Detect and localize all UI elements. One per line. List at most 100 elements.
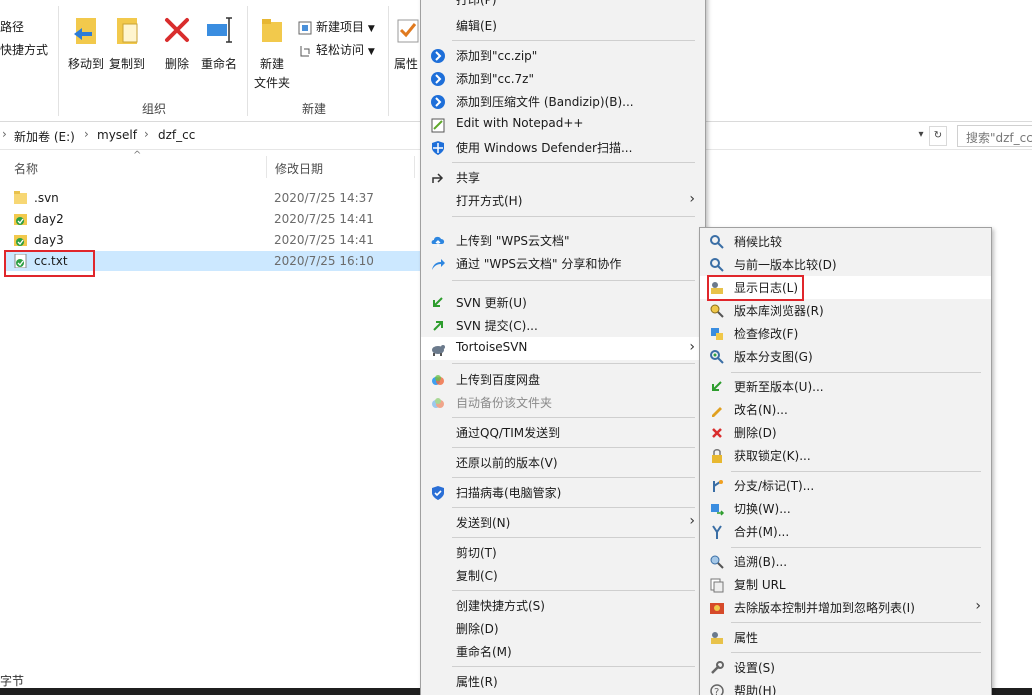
- menu-item-open-with[interactable]: 打开方式(H) ›: [421, 189, 705, 212]
- menu-item-label: 上传到百度网盘: [456, 373, 541, 387]
- menu-separator: [452, 477, 695, 478]
- menu-item-defender[interactable]: 使用 Windows Defender扫描...: [421, 136, 705, 159]
- file-row[interactable]: day2 2020/7/25 14:41: [4, 209, 420, 229]
- context-menu: 打印(P) 编辑(E) 添加到"cc.zip" 添加到"cc.7z" 添加到压缩…: [420, 0, 706, 695]
- menu-item-label: 版本分支图(G): [734, 350, 813, 364]
- svn-item-switch[interactable]: 切换(W)...: [700, 497, 991, 520]
- menu-item-wps-share[interactable]: 通过 "WPS云文档" 分享和协作: [421, 252, 705, 275]
- svn-item-delete[interactable]: 删除(D): [700, 421, 991, 444]
- easy-access-button[interactable]: 轻松访问 ▼: [298, 41, 375, 58]
- svn-item-revision-graph[interactable]: 版本分支图(G): [700, 345, 991, 368]
- breadcrumb-separator: ›: [2, 127, 7, 141]
- menu-item-label: 复制 URL: [734, 578, 786, 592]
- new-item-button[interactable]: 新建项目 ▼: [298, 18, 375, 35]
- svn-item-check-modifications[interactable]: 检查修改(F): [700, 322, 991, 345]
- column-header-date[interactable]: 修改日期: [275, 160, 323, 177]
- menu-item-svn-commit[interactable]: SVN 提交(C)...: [421, 314, 705, 337]
- breadcrumb-current[interactable]: dzf_cc: [158, 128, 195, 142]
- bandizip-icon: [430, 71, 446, 87]
- file-name: day3: [34, 233, 64, 247]
- submenu-arrow-icon: ›: [689, 191, 695, 207]
- column-divider[interactable]: [266, 156, 267, 178]
- menu-item-svn-update[interactable]: SVN 更新(U): [421, 291, 705, 314]
- menu-separator: [731, 652, 981, 653]
- file-date: 2020/7/25 16:10: [274, 254, 374, 268]
- address-dropdown-icon[interactable]: ▾: [912, 126, 930, 146]
- ribbon-divider: [247, 6, 248, 116]
- refresh-icon[interactable]: ↻: [929, 126, 947, 146]
- file-row[interactable]: day3 2020/7/25 14:41: [4, 230, 420, 250]
- copy-url-icon: [709, 577, 725, 593]
- menu-item-send-to[interactable]: 发送到(N) ›: [421, 511, 705, 534]
- menu-item-share[interactable]: 共享: [421, 166, 705, 189]
- menu-item-properties[interactable]: 属性(R): [421, 670, 705, 693]
- menu-item-add-7z[interactable]: 添加到"cc.7z": [421, 67, 705, 90]
- menu-item-label: 删除(D): [456, 622, 499, 636]
- svn-item-rename[interactable]: 改名(N)...: [700, 398, 991, 421]
- folder-icon: [14, 191, 27, 205]
- menu-item-rename[interactable]: 重命名(M): [421, 640, 705, 663]
- svn-item-settings[interactable]: 设置(S): [700, 656, 991, 679]
- file-row[interactable]: .svn 2020/7/25 14:37: [4, 188, 420, 208]
- move-to-icon: [72, 18, 100, 51]
- new-folder-label-1: 新建: [259, 57, 284, 71]
- svn-item-branch-tag[interactable]: 分支/标记(T)...: [700, 474, 991, 497]
- menu-item-restore-versions[interactable]: 还原以前的版本(V): [421, 451, 705, 474]
- breadcrumb-drive[interactable]: 新加卷 (E:): [14, 128, 75, 145]
- menu-item-edit[interactable]: 编辑(E): [421, 14, 705, 37]
- svn-item-update-to-revision[interactable]: 更新至版本(U)...: [700, 375, 991, 398]
- rename-icon: [204, 17, 234, 51]
- menu-item-add-zip[interactable]: 添加到"cc.zip": [421, 44, 705, 67]
- menu-item-create-shortcut[interactable]: 创建快捷方式(S): [421, 594, 705, 617]
- new-folder-button[interactable]: 新建 文件夹: [252, 14, 292, 91]
- menu-item-qq-send[interactable]: 通过QQ/TIM发送到: [421, 421, 705, 444]
- search-input[interactable]: 搜索"dzf_cc": [957, 125, 1032, 147]
- menu-item-cut[interactable]: 剪切(T): [421, 541, 705, 564]
- easy-access-label: 轻松访问: [316, 43, 365, 57]
- menu-item-notepad[interactable]: Edit with Notepad++: [421, 113, 705, 136]
- menu-item-label: 合并(M)...: [734, 525, 790, 539]
- svn-item-diff-prev[interactable]: 与前一版本比较(D): [700, 253, 991, 276]
- menu-item-delete[interactable]: 删除(D): [421, 617, 705, 640]
- menu-item-label: 更新至版本(U)...: [734, 380, 824, 394]
- update-arrow-icon: [709, 379, 725, 395]
- menu-item-virus-scan[interactable]: 扫描病毒(电脑管家): [421, 481, 705, 504]
- pencil-icon: [709, 402, 725, 418]
- properties-button[interactable]: 属性: [394, 14, 422, 72]
- svn-item-repo-browser[interactable]: 版本库浏览器(R): [700, 299, 991, 322]
- rename-button[interactable]: 重命名: [198, 14, 240, 72]
- svn-item-copy-url[interactable]: 复制 URL: [700, 573, 991, 596]
- menu-separator: [452, 216, 695, 217]
- svn-item-blame[interactable]: 追溯(B)...: [700, 550, 991, 573]
- menu-item-wps-upload[interactable]: 上传到 "WPS云文档": [421, 229, 705, 252]
- help-icon: ?: [709, 683, 725, 695]
- menu-item-tortoisesvn[interactable]: TortoiseSVN ›: [421, 337, 705, 360]
- svn-item-diff-later[interactable]: 稍候比较: [700, 230, 991, 253]
- ribbon-shortcut-label[interactable]: 快捷方式: [0, 41, 48, 58]
- svn-folder-icon: [14, 233, 27, 247]
- svn-item-merge[interactable]: 合并(M)...: [700, 520, 991, 543]
- svn-item-help[interactable]: ? 帮助(H): [700, 679, 991, 695]
- delete-button[interactable]: 删除: [160, 14, 194, 72]
- column-divider[interactable]: [414, 156, 415, 178]
- svn-item-unversion-ignore[interactable]: 去除版本控制并增加到忽略列表(I) ›: [700, 596, 991, 619]
- delete-x-icon: [709, 425, 725, 441]
- column-header-name[interactable]: 名称: [14, 160, 38, 177]
- menu-item-print[interactable]: 打印(P): [421, 0, 705, 14]
- copy-to-button[interactable]: 复制到: [107, 14, 147, 72]
- svn-item-properties[interactable]: 属性: [700, 626, 991, 649]
- highlight-box: [707, 275, 804, 301]
- ribbon-path-label[interactable]: 路径: [0, 18, 24, 35]
- move-to-button[interactable]: 移动到: [66, 14, 106, 72]
- menu-item-baidu-upload[interactable]: 上传到百度网盘: [421, 368, 705, 391]
- svn-item-get-lock[interactable]: 获取锁定(K)...: [700, 444, 991, 467]
- menu-item-add-archive[interactable]: 添加到压缩文件 (Bandizip)(B)...: [421, 90, 705, 113]
- new-folder-icon: [258, 19, 286, 51]
- group-label-organize: 组织: [142, 102, 167, 116]
- sort-arrow-icon: ^: [133, 150, 142, 161]
- submenu-arrow-icon: ›: [689, 513, 695, 529]
- menu-item-copy[interactable]: 复制(C): [421, 564, 705, 587]
- breadcrumb-myself[interactable]: myself: [97, 128, 137, 142]
- repo-browser-icon: [709, 303, 725, 319]
- wps-cloud-upload-icon: [430, 233, 446, 249]
